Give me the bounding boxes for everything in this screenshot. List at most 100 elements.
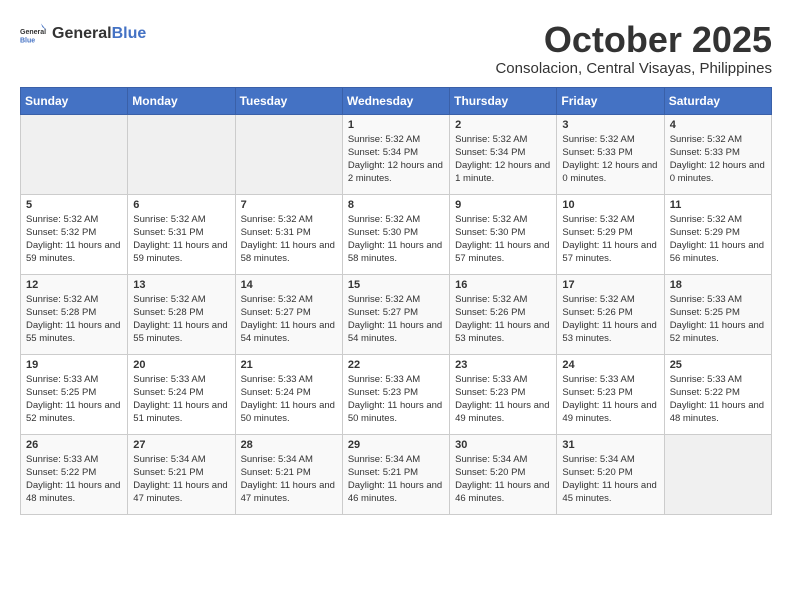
day-info: Sunrise: 5:32 AM Sunset: 5:34 PM Dayligh… [348, 133, 444, 186]
calendar-cell: 22 Sunrise: 5:33 AM Sunset: 5:23 PM Dayli… [342, 354, 449, 434]
day-info: Sunrise: 5:32 AM Sunset: 5:26 PM Dayligh… [455, 293, 551, 346]
calendar-cell: 11Sunrise: 5:32 AM Sunset: 5:29 PM Dayli… [664, 194, 771, 274]
day-info: Sunrise: 5:34 AM Sunset: 5:21 PM Dayligh… [348, 453, 444, 506]
day-number: 22 [348, 359, 444, 371]
calendar-cell [664, 434, 771, 514]
day-number: 12 [26, 279, 122, 291]
logo-general-text: General [52, 25, 112, 43]
page-header: General Blue General Blue October 2025 C… [20, 20, 772, 77]
title-block: October 2025 Consolacion, Central Visaya… [495, 20, 772, 77]
day-number: 29 [348, 439, 444, 451]
calendar-cell: 19 Sunrise: 5:33 AM Sunset: 5:25 PM Dayli… [21, 354, 128, 434]
calendar-cell [21, 114, 128, 194]
calendar-cell: 6Sunrise: 5:32 AM Sunset: 5:31 PM Daylig… [128, 194, 235, 274]
calendar-week-1: 1 Sunrise: 5:32 AM Sunset: 5:34 PM Daylig… [21, 114, 772, 194]
day-header-tuesday: Tuesday [235, 87, 342, 114]
calendar-cell: 30Sunrise: 5:34 AM Sunset: 5:20 PM Dayli… [450, 434, 557, 514]
day-info: Sunrise: 5:34 AM Sunset: 5:21 PM Dayligh… [241, 453, 337, 506]
calendar-cell: 20 Sunrise: 5:33 AM Sunset: 5:24 PM Dayli… [128, 354, 235, 434]
logo-icon: General Blue [20, 20, 48, 48]
day-info: Sunrise: 5:33 AM Sunset: 5:22 PM Dayligh… [670, 373, 766, 426]
day-info: Sunrise: 5:33 AM Sunset: 5:25 PM Dayligh… [670, 293, 766, 346]
day-number: 20 [133, 359, 229, 371]
calendar-cell: 27Sunrise: 5:34 AM Sunset: 5:21 PM Dayli… [128, 434, 235, 514]
day-number: 4 [670, 119, 766, 131]
day-number: 1 [348, 119, 444, 131]
day-header-sunday: Sunday [21, 87, 128, 114]
calendar-cell: 17 Sunrise: 5:32 AM Sunset: 5:26 PM Dayli… [557, 274, 664, 354]
day-info: Sunrise: 5:32 AM Sunset: 5:30 PM Dayligh… [348, 213, 444, 266]
day-info: Sunrise: 5:34 AM Sunset: 5:21 PM Dayligh… [133, 453, 229, 506]
location-subtitle: Consolacion, Central Visayas, Philippine… [495, 60, 772, 77]
calendar-cell: 21 Sunrise: 5:33 AM Sunset: 5:24 PM Dayli… [235, 354, 342, 434]
day-info: Sunrise: 5:33 AM Sunset: 5:24 PM Dayligh… [241, 373, 337, 426]
day-number: 14 [241, 279, 337, 291]
calendar-cell: 23Sunrise: 5:33 AM Sunset: 5:23 PM Dayli… [450, 354, 557, 434]
calendar-cell: 1 Sunrise: 5:32 AM Sunset: 5:34 PM Daylig… [342, 114, 449, 194]
svg-text:General: General [20, 29, 46, 36]
calendar-cell: 7Sunrise: 5:32 AM Sunset: 5:31 PM Daylig… [235, 194, 342, 274]
calendar-cell: 29 Sunrise: 5:34 AM Sunset: 5:21 PM Dayli… [342, 434, 449, 514]
day-info: Sunrise: 5:32 AM Sunset: 5:26 PM Dayligh… [562, 293, 658, 346]
day-number: 24 [562, 359, 658, 371]
day-info: Sunrise: 5:33 AM Sunset: 5:23 PM Dayligh… [348, 373, 444, 426]
day-info: Sunrise: 5:32 AM Sunset: 5:27 PM Dayligh… [348, 293, 444, 346]
calendar-cell: 13Sunrise: 5:32 AM Sunset: 5:28 PM Dayli… [128, 274, 235, 354]
logo-blue-text: Blue [112, 25, 147, 43]
calendar-week-3: 12 Sunrise: 5:32 AM Sunset: 5:28 PM Dayli… [21, 274, 772, 354]
calendar-cell: 2 Sunrise: 5:32 AM Sunset: 5:34 PM Daylig… [450, 114, 557, 194]
day-number: 26 [26, 439, 122, 451]
day-number: 15 [348, 279, 444, 291]
day-number: 17 [562, 279, 658, 291]
calendar-cell: 16 Sunrise: 5:32 AM Sunset: 5:26 PM Dayli… [450, 274, 557, 354]
calendar-cell: 9 Sunrise: 5:32 AM Sunset: 5:30 PM Daylig… [450, 194, 557, 274]
day-info: Sunrise: 5:32 AM Sunset: 5:28 PM Dayligh… [26, 293, 122, 346]
day-info: Sunrise: 5:32 AM Sunset: 5:33 PM Dayligh… [562, 133, 658, 186]
day-info: Sunrise: 5:33 AM Sunset: 5:25 PM Dayligh… [26, 373, 122, 426]
calendar-week-5: 26 Sunrise: 5:33 AM Sunset: 5:22 PM Dayli… [21, 434, 772, 514]
calendar-cell: 25 Sunrise: 5:33 AM Sunset: 5:22 PM Dayli… [664, 354, 771, 434]
calendar-table: SundayMondayTuesdayWednesdayThursdayFrid… [20, 87, 772, 515]
day-number: 2 [455, 119, 551, 131]
day-info: Sunrise: 5:32 AM Sunset: 5:31 PM Dayligh… [133, 213, 229, 266]
day-info: Sunrise: 5:34 AM Sunset: 5:20 PM Dayligh… [562, 453, 658, 506]
day-info: Sunrise: 5:32 AM Sunset: 5:29 PM Dayligh… [562, 213, 658, 266]
day-info: Sunrise: 5:33 AM Sunset: 5:23 PM Dayligh… [562, 373, 658, 426]
day-number: 11 [670, 199, 766, 211]
day-number: 16 [455, 279, 551, 291]
calendar-cell: 26 Sunrise: 5:33 AM Sunset: 5:22 PM Dayli… [21, 434, 128, 514]
day-number: 28 [241, 439, 337, 451]
calendar-week-2: 5Sunrise: 5:32 AM Sunset: 5:32 PM Daylig… [21, 194, 772, 274]
day-number: 25 [670, 359, 766, 371]
day-number: 3 [562, 119, 658, 131]
calendar-cell: 14 Sunrise: 5:32 AM Sunset: 5:27 PM Dayli… [235, 274, 342, 354]
day-number: 30 [455, 439, 551, 451]
day-number: 21 [241, 359, 337, 371]
day-info: Sunrise: 5:32 AM Sunset: 5:28 PM Dayligh… [133, 293, 229, 346]
month-title: October 2025 [495, 20, 772, 60]
logo: General Blue General Blue [20, 20, 146, 48]
calendar-cell: 5Sunrise: 5:32 AM Sunset: 5:32 PM Daylig… [21, 194, 128, 274]
calendar-cell: 4Sunrise: 5:32 AM Sunset: 5:33 PM Daylig… [664, 114, 771, 194]
day-header-friday: Friday [557, 87, 664, 114]
calendar-cell [128, 114, 235, 194]
calendar-cell: 31 Sunrise: 5:34 AM Sunset: 5:20 PM Dayli… [557, 434, 664, 514]
day-number: 18 [670, 279, 766, 291]
day-info: Sunrise: 5:32 AM Sunset: 5:27 PM Dayligh… [241, 293, 337, 346]
day-number: 10 [562, 199, 658, 211]
day-info: Sunrise: 5:32 AM Sunset: 5:34 PM Dayligh… [455, 133, 551, 186]
day-info: Sunrise: 5:33 AM Sunset: 5:22 PM Dayligh… [26, 453, 122, 506]
calendar-cell: 28 Sunrise: 5:34 AM Sunset: 5:21 PM Dayli… [235, 434, 342, 514]
day-number: 8 [348, 199, 444, 211]
day-info: Sunrise: 5:32 AM Sunset: 5:32 PM Dayligh… [26, 213, 122, 266]
day-number: 31 [562, 439, 658, 451]
day-number: 19 [26, 359, 122, 371]
calendar-cell: 3 Sunrise: 5:32 AM Sunset: 5:33 PM Daylig… [557, 114, 664, 194]
day-number: 23 [455, 359, 551, 371]
svg-text:Blue: Blue [20, 37, 35, 44]
calendar-header-row: SundayMondayTuesdayWednesdayThursdayFrid… [21, 87, 772, 114]
day-info: Sunrise: 5:33 AM Sunset: 5:24 PM Dayligh… [133, 373, 229, 426]
day-header-wednesday: Wednesday [342, 87, 449, 114]
day-number: 9 [455, 199, 551, 211]
day-info: Sunrise: 5:32 AM Sunset: 5:30 PM Dayligh… [455, 213, 551, 266]
